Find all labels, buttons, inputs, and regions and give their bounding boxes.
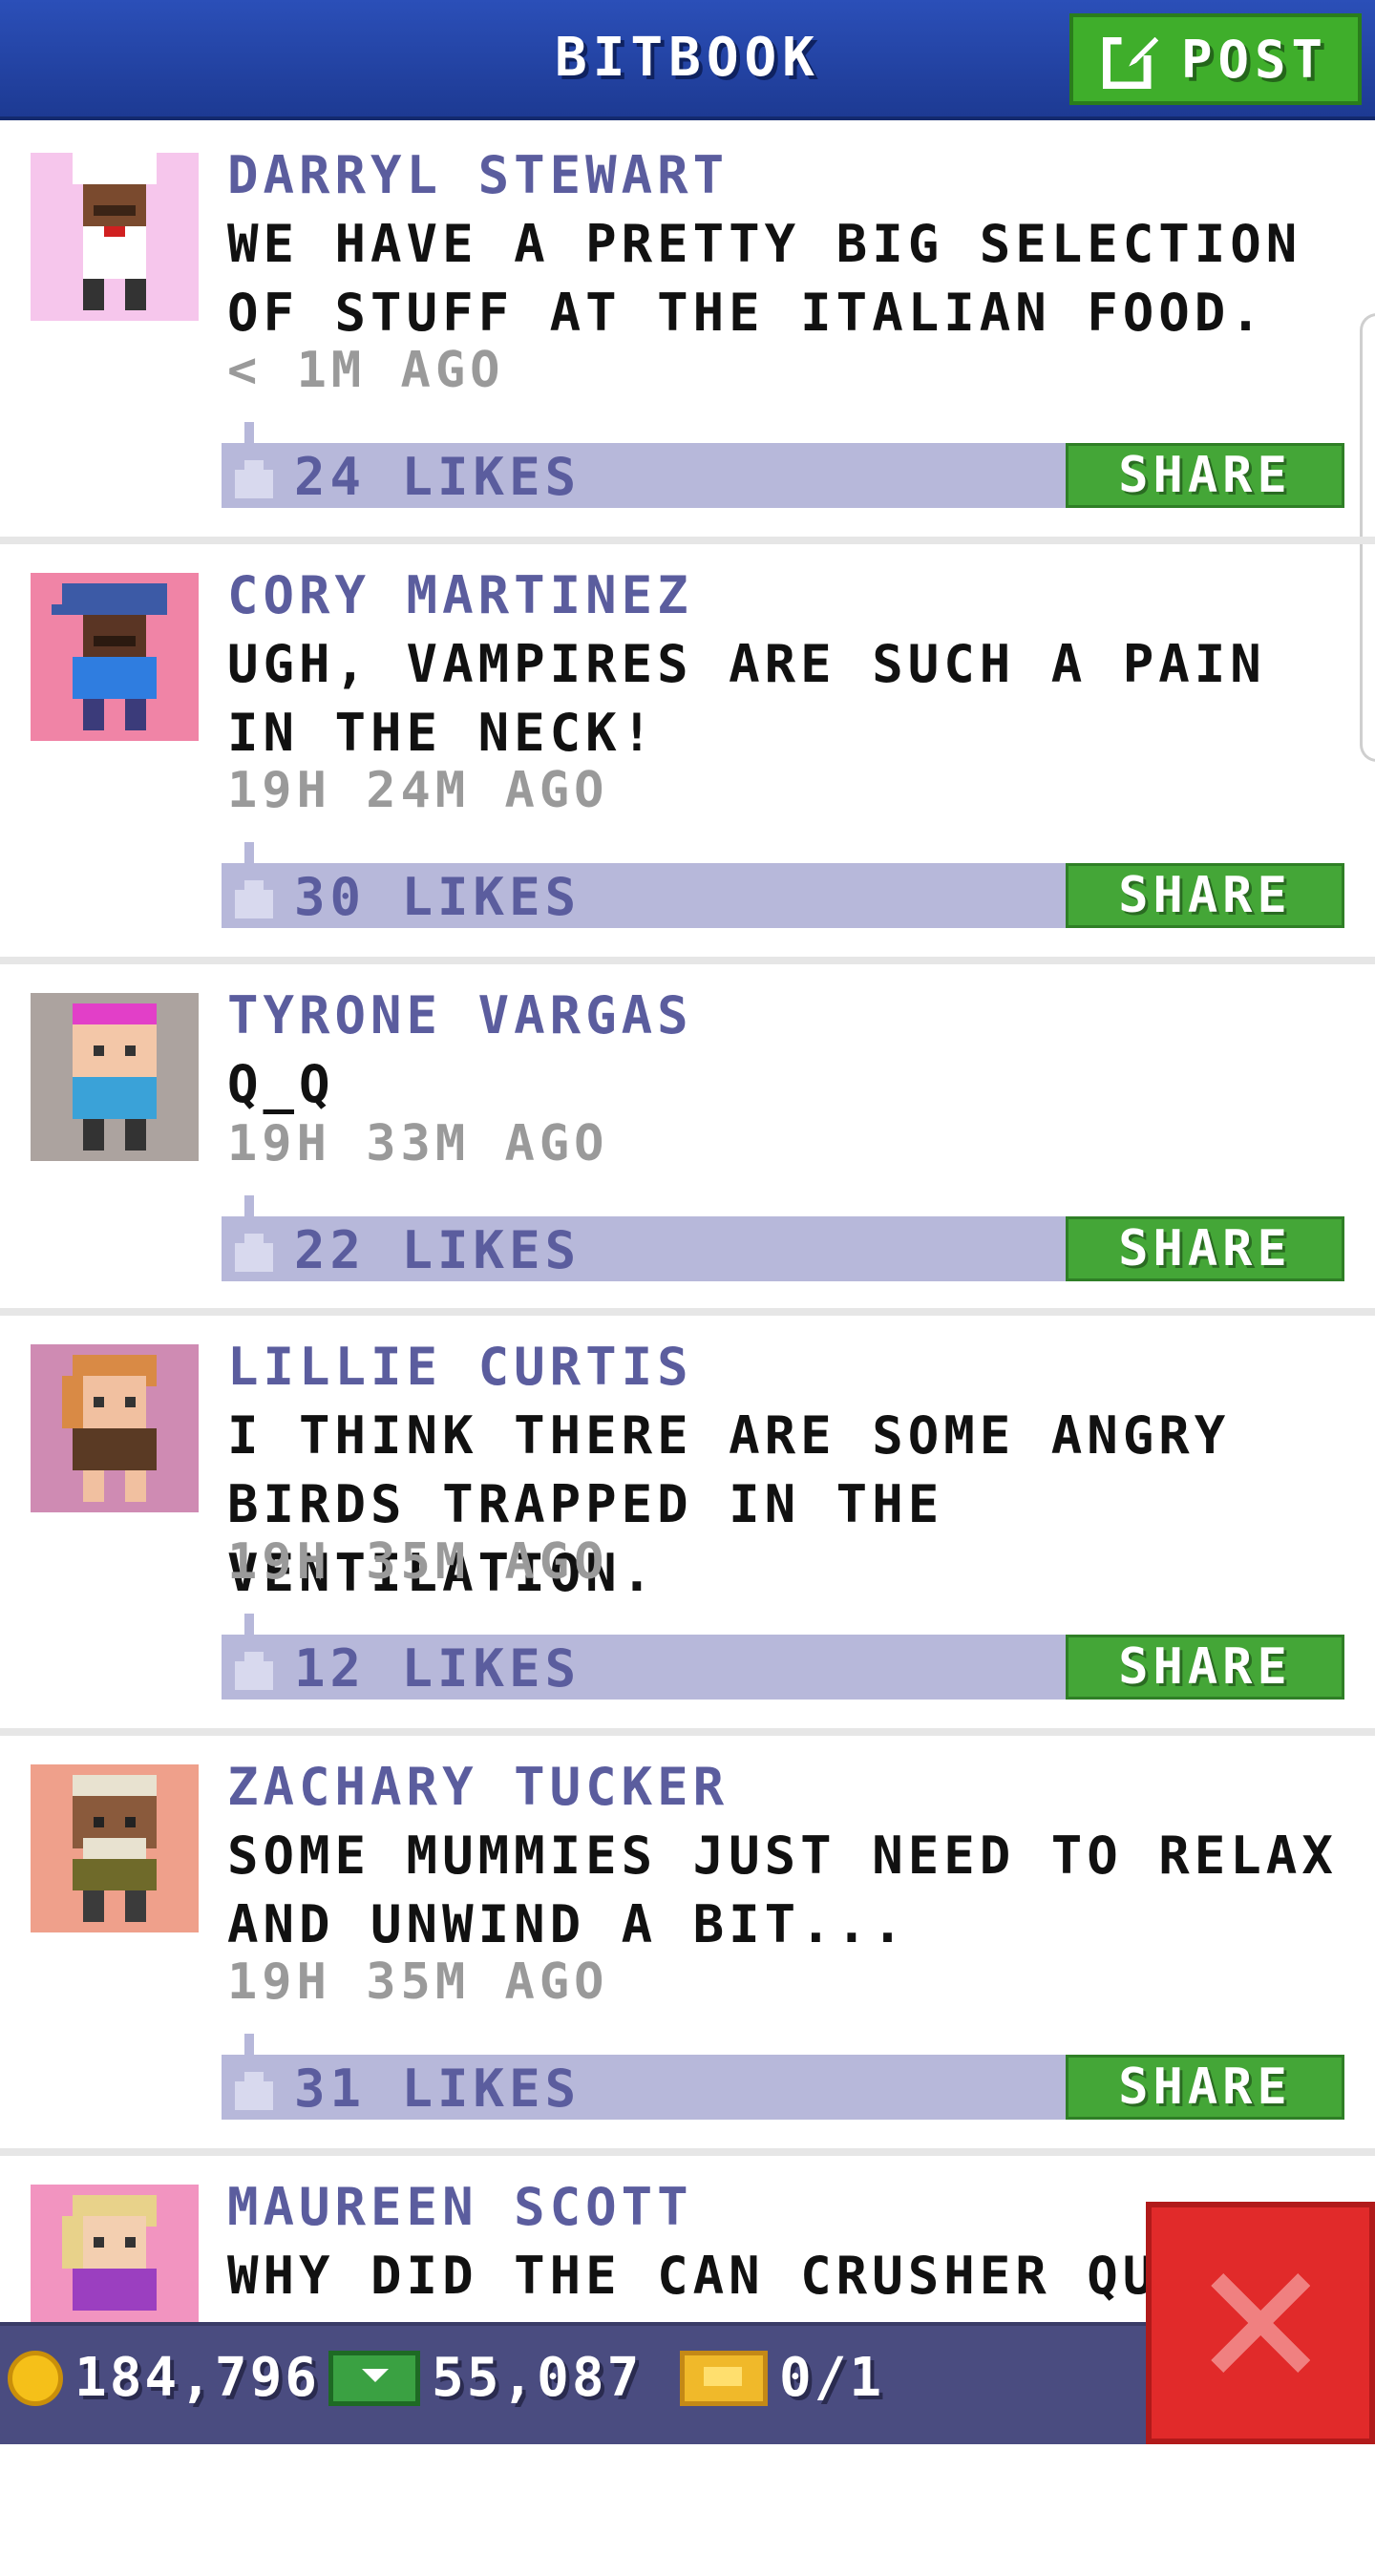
share-button[interactable]: SHARE bbox=[1066, 1216, 1344, 1281]
avatar[interactable] bbox=[31, 1344, 199, 1512]
app-header: BITBOOK POST bbox=[0, 0, 1375, 120]
redhead-avatar-icon bbox=[31, 1344, 199, 1512]
post-timestamp: 19H 35M AGO bbox=[227, 1953, 609, 2011]
coins-stat: 184,796 bbox=[8, 2347, 320, 2409]
post-button[interactable]: POST bbox=[1069, 13, 1362, 105]
post-message: Q_Q bbox=[227, 1054, 335, 1114]
close-icon bbox=[1211, 2273, 1310, 2373]
poster-name[interactable]: MAUREEN SCOTT bbox=[227, 2177, 693, 2237]
post-button-label: POST bbox=[1180, 29, 1329, 90]
ticket-icon bbox=[680, 2350, 768, 2406]
feed-post: ZACHARY TUCKER SOME MUMMIES JUST NEED TO… bbox=[0, 1736, 1375, 2156]
share-button[interactable]: SHARE bbox=[1066, 863, 1344, 928]
poster-name[interactable]: DARRYL STEWART bbox=[227, 145, 729, 205]
avatar[interactable] bbox=[31, 1764, 199, 1932]
thumbs-up-icon bbox=[235, 1195, 273, 1272]
tickets-stat: 0/1 bbox=[680, 2347, 884, 2409]
post-message: UGH, VAMPIRES ARE SUCH A PAIN IN THE NEC… bbox=[227, 634, 1266, 763]
cap-avatar-icon bbox=[31, 573, 199, 741]
close-button[interactable] bbox=[1146, 2202, 1375, 2444]
thumbs-up-icon bbox=[235, 1614, 273, 1690]
thumbs-up-icon bbox=[235, 2034, 273, 2110]
bux-value: 55,087 bbox=[432, 2347, 643, 2409]
bux-icon bbox=[328, 2350, 420, 2406]
avatar[interactable] bbox=[31, 573, 199, 741]
thumbs-up-icon bbox=[235, 842, 273, 918]
like-bar[interactable]: 31 LIKES SHARE bbox=[222, 2034, 1344, 2120]
avatar[interactable] bbox=[31, 993, 199, 1161]
compose-icon bbox=[1102, 32, 1162, 89]
like-bar[interactable]: 24 LIKES SHARE bbox=[222, 422, 1344, 508]
like-count: 12 LIKES bbox=[294, 1638, 582, 1699]
like-bar[interactable]: 30 LIKES SHARE bbox=[222, 842, 1344, 928]
post-timestamp: < 1M AGO bbox=[227, 342, 505, 399]
feed-post: LILLIE CURTIS I THINK THERE ARE SOME ANG… bbox=[0, 1316, 1375, 1736]
coin-icon bbox=[8, 2350, 63, 2406]
tickets-value: 0/1 bbox=[779, 2347, 885, 2409]
post-timestamp: 19H 24M AGO bbox=[227, 762, 609, 819]
poster-name[interactable]: CORY MARTINEZ bbox=[227, 565, 693, 625]
like-count: 30 LIKES bbox=[294, 867, 582, 927]
thumbs-up-icon bbox=[235, 422, 273, 498]
chef-avatar-icon bbox=[31, 153, 199, 321]
feed-post: TYRONE VARGAS Q_Q 19H 33M AGO 22 LIKES S… bbox=[0, 964, 1375, 1316]
share-button[interactable]: SHARE bbox=[1066, 2055, 1344, 2120]
feed-post: CORY MARTINEZ UGH, VAMPIRES ARE SUCH A P… bbox=[0, 544, 1375, 964]
old-man-avatar-icon bbox=[31, 1764, 199, 1932]
share-button[interactable]: SHARE bbox=[1066, 443, 1344, 508]
like-bar[interactable]: 22 LIKES SHARE bbox=[222, 1195, 1344, 1281]
post-timestamp: 19H 35M AGO bbox=[227, 1533, 609, 1591]
like-count: 22 LIKES bbox=[294, 1220, 582, 1280]
feed-post: DARRYL STEWART WE HAVE A PRETTY BIG SELE… bbox=[0, 124, 1375, 544]
post-message: WE HAVE A PRETTY BIG SELECTION OF STUFF … bbox=[227, 214, 1302, 343]
post-message: SOME MUMMIES JUST NEED TO RELAX AND UNWI… bbox=[227, 1826, 1338, 1954]
coins-value: 184,796 bbox=[74, 2347, 321, 2409]
like-count: 31 LIKES bbox=[294, 2059, 582, 2119]
poster-name[interactable]: TYRONE VARGAS bbox=[227, 985, 693, 1045]
like-bar[interactable]: 12 LIKES SHARE bbox=[222, 1614, 1344, 1700]
bux-stat: 55,087 bbox=[328, 2347, 642, 2409]
share-button[interactable]: SHARE bbox=[1066, 1635, 1344, 1700]
poster-name[interactable]: ZACHARY TUCKER bbox=[227, 1757, 729, 1817]
avatar[interactable] bbox=[31, 153, 199, 321]
pink-hair-avatar-icon bbox=[31, 993, 199, 1161]
like-count: 24 LIKES bbox=[294, 447, 582, 507]
post-timestamp: 19H 33M AGO bbox=[227, 1115, 609, 1172]
poster-name[interactable]: LILLIE CURTIS bbox=[227, 1337, 693, 1397]
